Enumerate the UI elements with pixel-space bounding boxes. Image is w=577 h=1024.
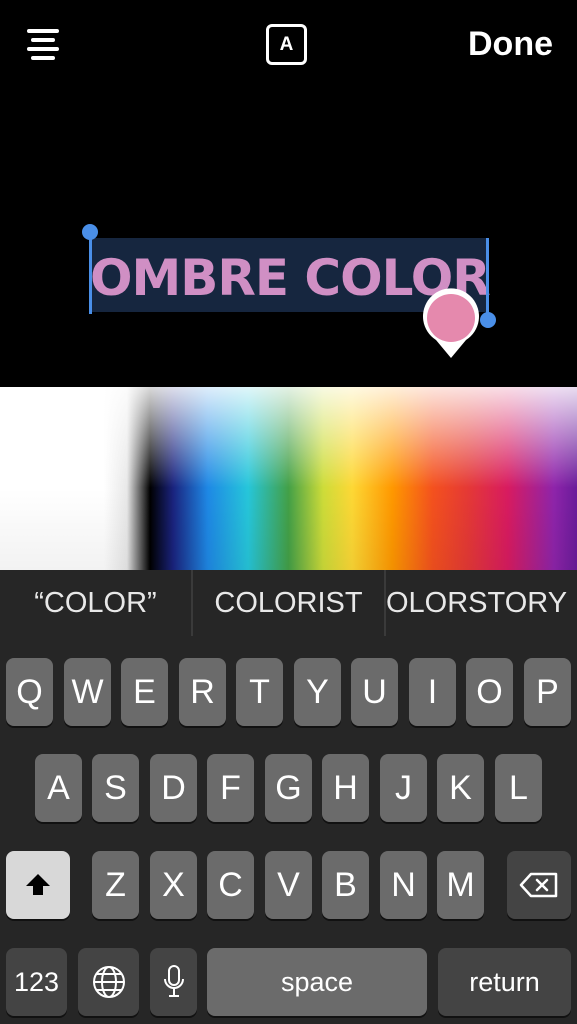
key-k[interactable]: K xyxy=(437,754,484,822)
numbers-key[interactable]: 123 xyxy=(6,948,67,1016)
key-v[interactable]: V xyxy=(265,851,312,919)
selection-end-knob[interactable] xyxy=(480,312,496,328)
key-g[interactable]: G xyxy=(265,754,312,822)
key-y[interactable]: Y xyxy=(294,658,341,726)
delete-key[interactable] xyxy=(507,851,571,919)
text-align-button[interactable] xyxy=(24,27,62,63)
delete-icon xyxy=(519,872,558,898)
align-line-icon xyxy=(31,38,55,42)
key-z[interactable]: Z xyxy=(92,851,139,919)
font-style-button[interactable]: A xyxy=(266,24,307,65)
space-key[interactable]: space xyxy=(207,948,427,1016)
key-n[interactable]: N xyxy=(380,851,427,919)
return-key[interactable]: return xyxy=(438,948,571,1016)
color-gradient-picker[interactable] xyxy=(0,387,577,570)
key-m[interactable]: M xyxy=(437,851,484,919)
align-line-icon xyxy=(27,47,59,51)
key-h[interactable]: H xyxy=(322,754,369,822)
key-c[interactable]: C xyxy=(207,851,254,919)
key-a[interactable]: A xyxy=(35,754,82,822)
key-l[interactable]: L xyxy=(495,754,542,822)
key-u[interactable]: U xyxy=(351,658,398,726)
key-j[interactable]: J xyxy=(380,754,427,822)
done-button[interactable]: Done xyxy=(468,24,553,64)
key-x[interactable]: X xyxy=(150,851,197,919)
align-line-icon xyxy=(31,56,55,60)
selection-start-knob[interactable] xyxy=(82,224,98,240)
suggestion-item[interactable]: OLORSTORY xyxy=(384,570,577,636)
key-r[interactable]: R xyxy=(179,658,226,726)
suggestion-item[interactable]: “COLOR” xyxy=(0,570,191,636)
shift-key[interactable] xyxy=(6,851,70,919)
key-s[interactable]: S xyxy=(92,754,139,822)
key-b[interactable]: B xyxy=(322,851,369,919)
shift-icon xyxy=(26,874,50,895)
font-style-label: A xyxy=(279,33,294,55)
key-o[interactable]: O xyxy=(466,658,513,726)
key-w[interactable]: W xyxy=(64,658,111,726)
key-f[interactable]: F xyxy=(207,754,254,822)
key-t[interactable]: T xyxy=(236,658,283,726)
key-q[interactable]: Q xyxy=(6,658,53,726)
align-line-icon xyxy=(27,29,59,33)
color-picker-pin-icon[interactable] xyxy=(420,288,482,360)
globe-icon xyxy=(92,966,125,998)
microphone-icon xyxy=(163,965,184,997)
key-e[interactable]: E xyxy=(121,658,168,726)
autocomplete-bar: “COLOR” COLORIST OLORSTORY xyxy=(0,570,577,636)
suggestion-item[interactable]: COLORIST xyxy=(191,570,384,636)
globe-key[interactable] xyxy=(78,948,139,1016)
key-p[interactable]: P xyxy=(524,658,571,726)
key-d[interactable]: D xyxy=(150,754,197,822)
key-i[interactable]: I xyxy=(409,658,456,726)
dictation-key[interactable] xyxy=(150,948,197,1016)
selection-start-handle[interactable] xyxy=(89,228,92,314)
top-toolbar: A Done xyxy=(0,0,577,90)
keyboard: Q W E R T Y U I O P A S D F G H J K L Z … xyxy=(0,636,577,1024)
